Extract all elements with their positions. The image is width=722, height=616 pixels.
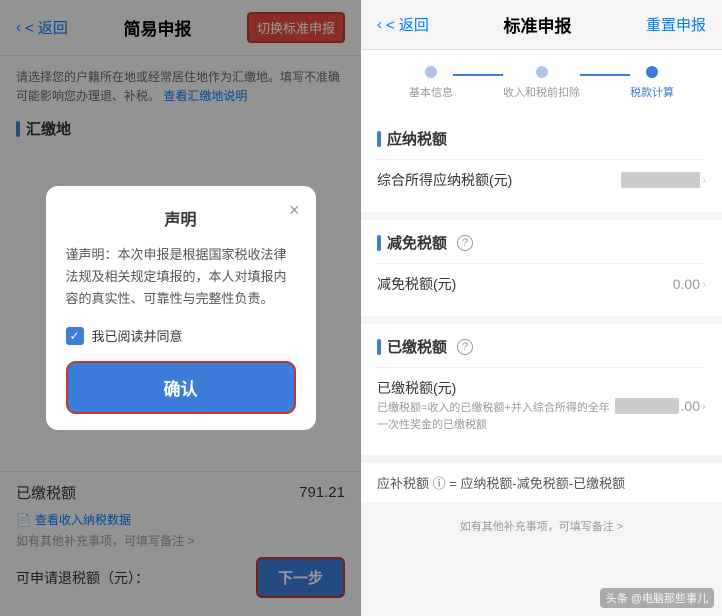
step-1-label: 基本信息 <box>409 84 453 100</box>
paid-amount-row[interactable]: 已缴税额(元) 已缴税额=收入的已缴税额+并入综合所得的全年一次性奖金的已缴税额… <box>377 367 706 443</box>
reduction-value: 0.00 <box>673 276 700 292</box>
section-tax-reduction-title: 减免税额 <box>387 232 447 253</box>
help-icon-reduction[interactable]: ? <box>457 235 473 251</box>
blurred-value-1: 00000 <box>621 172 700 188</box>
step-2-label: 收入和税前扣除 <box>503 84 580 100</box>
step-2-dot <box>536 66 548 78</box>
reset-button[interactable]: 重置申报 <box>646 14 706 35</box>
right-panel: ‹ < 返回 标准申报 重置申报 基本信息 收入和税前扣除 税款计算 <box>361 0 722 616</box>
section-tax-paid: 已缴税额 ? 已缴税额(元) 已缴税额=收入的已缴税额+并入综合所得的全年一次性… <box>361 324 722 455</box>
right-header: ‹ < 返回 标准申报 重置申报 <box>361 0 722 50</box>
step-1: 基本信息 <box>409 66 453 100</box>
right-back-label: < 返回 <box>386 14 429 35</box>
right-note-text[interactable]: 如有其他补充事项，可填写备注 > <box>361 510 722 542</box>
section-tax-reduction-header: 减免税额 ? <box>377 232 706 253</box>
left-panel: ‹ < 返回 简易申报 切换标准申报 请选择您的户籍所在地或经常居住地作为汇缴地… <box>0 0 361 616</box>
dialog-checkbox-row: 我已阅读并同意 <box>66 326 296 345</box>
paid-amount-cell: 已缴税额(元) 已缴税额=收入的已缴税额+并入综合所得的全年一次性奖金的已缴税额 <box>377 378 615 433</box>
paid-amount-value: 0000 .00 › <box>615 398 706 414</box>
step-line-2 <box>580 74 630 76</box>
section-tax-paid-header: 已缴税额 ? <box>377 336 706 357</box>
help-icon-paid[interactable]: ? <box>457 339 473 355</box>
section-bar-3 <box>377 339 381 355</box>
paid-value-suffix: .00 <box>681 398 700 414</box>
chevron-2: › <box>702 277 706 291</box>
reduction-amount-row[interactable]: 减免税额(元) 0.00 › <box>377 263 706 304</box>
dialog-close-button[interactable]: × <box>289 200 300 221</box>
comprehensive-tax-row[interactable]: 综合所得应纳税额(元) 00000 › <box>377 159 706 200</box>
right-body: 应纳税额 综合所得应纳税额(元) 00000 › 减免税额 ? <box>361 116 722 616</box>
section-tax-paid-title: 已缴税额 <box>387 336 447 357</box>
chevron-1: › <box>702 173 706 187</box>
reduction-amount-label: 减免税额(元) <box>377 274 673 294</box>
dialog-box: 声明 × 谨声明：本次申报是根据国家税收法律法规及相关规定填报的，本人对填报内容… <box>46 186 316 430</box>
step-3-dot <box>646 66 658 78</box>
section-tax-payable: 应纳税额 综合所得应纳税额(元) 00000 › <box>361 116 722 212</box>
section-bar-2 <box>377 235 381 251</box>
section-bar-1 <box>377 131 381 147</box>
dialog-content: 谨声明：本次申报是根据国家税收法律法规及相关规定填报的，本人对填报内容的真实性、… <box>66 244 296 310</box>
section-tax-reduction: 减免税额 ? 减免税额(元) 0.00 › <box>361 220 722 316</box>
comprehensive-tax-label: 综合所得应纳税额(元) <box>377 170 621 190</box>
step-line-1 <box>453 74 503 76</box>
formula-text: 应补税额 ⓘ = 应纳税额-减免税额-已缴税额 <box>377 473 706 492</box>
chevron-3: › <box>702 399 706 413</box>
right-back-button[interactable]: ‹ < 返回 <box>377 14 429 35</box>
paid-amount-sub: 已缴税额=收入的已缴税额+并入综合所得的全年一次性奖金的已缴税额 <box>377 400 615 433</box>
dialog-overlay: 声明 × 谨声明：本次申报是根据国家税收法律法规及相关规定填报的，本人对填报内容… <box>0 0 361 616</box>
dialog-title: 声明 <box>66 206 296 230</box>
steps-container: 基本信息 收入和税前扣除 税款计算 <box>361 50 722 116</box>
step-1-dot <box>425 66 437 78</box>
paid-amount-label: 已缴税额(元) <box>377 378 615 398</box>
agreement-label: 我已阅读并同意 <box>92 326 183 345</box>
blurred-value-2: 0000 <box>615 398 678 414</box>
step-2: 收入和税前扣除 <box>503 66 580 100</box>
right-wrapper: ‹ < 返回 标准申报 重置申报 基本信息 收入和税前扣除 税款计算 <box>361 0 722 616</box>
section-tax-payable-header: 应纳税额 <box>377 128 706 149</box>
formula-section: 应补税额 ⓘ = 应纳税额-减免税额-已缴税额 <box>361 463 722 502</box>
reduction-amount-value: 0.00 › <box>673 276 706 292</box>
dialog-confirm-button[interactable]: 确认 <box>66 361 296 414</box>
right-title: 标准申报 <box>503 12 571 37</box>
comprehensive-tax-value: 00000 › <box>621 172 706 188</box>
right-back-icon: ‹ <box>377 16 382 33</box>
step-3: 税款计算 <box>630 66 674 100</box>
agreement-checkbox[interactable] <box>66 327 84 345</box>
step-3-label: 税款计算 <box>630 84 674 100</box>
section-tax-payable-title: 应纳税额 <box>387 128 447 149</box>
